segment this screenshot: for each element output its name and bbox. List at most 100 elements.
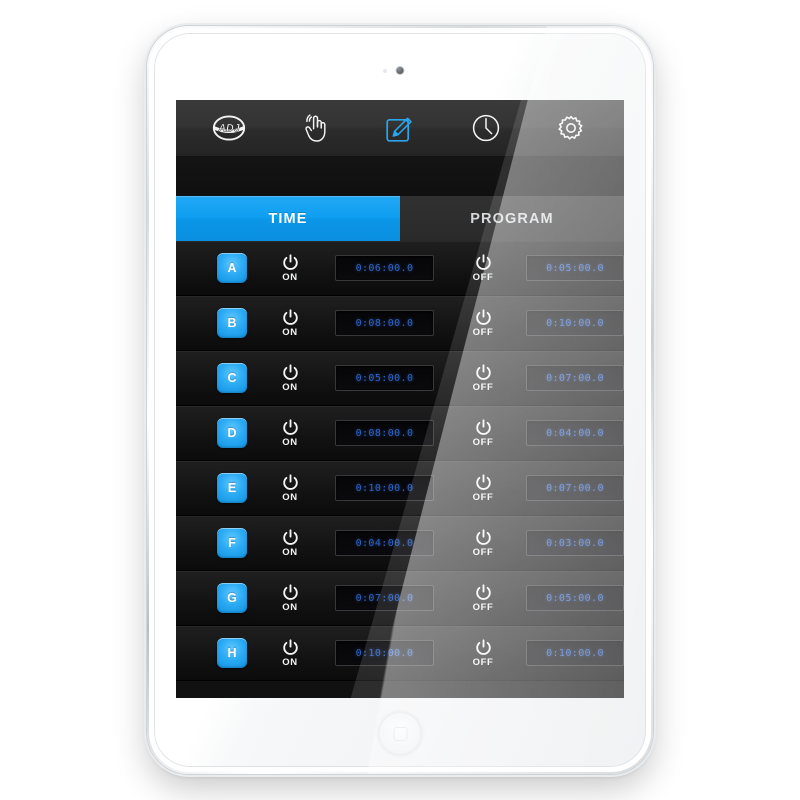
power-on-toggle-c[interactable]: ON	[269, 363, 311, 393]
power-off-label: OFF	[472, 546, 494, 558]
power-icon	[475, 473, 491, 490]
clock-icon[interactable]	[462, 106, 510, 150]
off-time-value: 0:10:00.0	[546, 317, 604, 329]
table-row: C ON 0:05:00.0 OFF 0:07:00.0	[176, 351, 624, 406]
screenshot-canvas: ADJ TIME PROGRAM A ON 0:06:00.0 OFF 0:05…	[0, 0, 800, 800]
power-on-label: ON	[282, 381, 298, 393]
off-time-field-g[interactable]: 0:05:00.0	[526, 585, 624, 611]
power-off-toggle-d[interactable]: OFF	[462, 418, 504, 448]
home-square-icon	[393, 726, 407, 741]
off-time-field-b[interactable]: 0:10:00.0	[526, 310, 624, 336]
off-time-field-c[interactable]: 0:07:00.0	[526, 365, 624, 391]
adj-logo-icon[interactable]: ADJ	[205, 106, 253, 150]
tablet-screen: ADJ TIME PROGRAM A ON 0:06:00.0 OFF 0:05…	[176, 100, 624, 698]
on-time-value: 0:05:00.0	[355, 372, 414, 384]
on-time-field-b[interactable]: 0:08:00.0	[335, 310, 434, 336]
off-time-value: 0:07:00.0	[546, 482, 604, 494]
off-time-field-h[interactable]: 0:10:00.0	[526, 640, 624, 666]
power-off-label: OFF	[472, 326, 494, 338]
on-time-field-d[interactable]: 0:08:00.0	[335, 420, 434, 446]
power-icon	[282, 638, 298, 655]
on-time-value: 0:10:00.0	[355, 482, 414, 494]
power-on-toggle-a[interactable]: ON	[269, 253, 311, 283]
table-row: A ON 0:06:00.0 OFF 0:05:00.0	[176, 241, 624, 296]
power-off-toggle-h[interactable]: OFF	[462, 638, 504, 668]
power-icon	[475, 638, 491, 655]
on-time-field-g[interactable]: 0:07:00.0	[335, 585, 434, 611]
on-time-value: 0:08:00.0	[355, 427, 414, 439]
power-on-label: ON	[282, 601, 298, 613]
power-on-label: ON	[282, 271, 298, 283]
channel-button-b[interactable]: B	[217, 308, 247, 338]
channel-button-c[interactable]: C	[217, 363, 247, 393]
power-off-label: OFF	[472, 491, 494, 503]
on-time-field-c[interactable]: 0:05:00.0	[335, 365, 434, 391]
channel-button-e[interactable]: E	[217, 473, 247, 503]
home-button[interactable]	[378, 712, 422, 755]
off-time-value: 0:07:00.0	[546, 372, 604, 384]
power-off-toggle-f[interactable]: OFF	[462, 528, 504, 558]
power-off-label: OFF	[472, 436, 494, 448]
channel-button-g[interactable]: G	[217, 583, 247, 613]
off-time-value: 0:05:00.0	[546, 262, 604, 274]
power-icon	[282, 363, 298, 380]
power-on-toggle-h[interactable]: ON	[269, 638, 311, 668]
power-off-label: OFF	[472, 601, 494, 613]
channel-button-a[interactable]: A	[217, 253, 247, 283]
off-time-field-d[interactable]: 0:04:00.0	[526, 420, 624, 446]
channel-button-f[interactable]: F	[217, 528, 247, 558]
off-time-value: 0:05:00.0	[546, 592, 604, 604]
power-off-toggle-e[interactable]: OFF	[462, 473, 504, 503]
channel-timer-list: A ON 0:06:00.0 OFF 0:05:00.0 B ON 0:08:0…	[176, 241, 624, 681]
power-on-label: ON	[282, 326, 298, 338]
power-off-toggle-c[interactable]: OFF	[462, 363, 504, 393]
power-on-label: ON	[282, 656, 298, 668]
table-row: B ON 0:08:00.0 OFF 0:10:00.0	[176, 296, 624, 351]
hand-touch-icon[interactable]	[290, 106, 338, 150]
gear-icon[interactable]	[547, 106, 595, 150]
power-off-toggle-g[interactable]: OFF	[462, 583, 504, 613]
table-row: F ON 0:04:00.0 OFF 0:03:00.0	[176, 516, 624, 571]
svg-text:ADJ: ADJ	[217, 122, 240, 134]
table-row: G ON 0:07:00.0 OFF 0:05:00.0	[176, 571, 624, 626]
power-on-toggle-b[interactable]: ON	[269, 308, 311, 338]
on-time-field-a[interactable]: 0:06:00.0	[335, 255, 434, 281]
table-row: H ON 0:10:00.0 OFF 0:10:00.0	[176, 626, 624, 681]
channel-button-h[interactable]: H	[217, 638, 247, 668]
on-time-field-f[interactable]: 0:04:00.0	[335, 530, 434, 556]
power-icon	[282, 308, 298, 325]
front-camera-icon	[396, 67, 404, 74]
power-on-toggle-e[interactable]: ON	[269, 473, 311, 503]
power-on-toggle-d[interactable]: ON	[269, 418, 311, 448]
power-on-label: ON	[282, 546, 298, 558]
on-time-field-h[interactable]: 0:10:00.0	[335, 640, 434, 666]
on-time-value: 0:04:00.0	[355, 537, 414, 549]
tablet-device: ADJ TIME PROGRAM A ON 0:06:00.0 OFF 0:05…	[147, 26, 653, 774]
toolbar-shelf	[176, 157, 624, 196]
off-time-value: 0:03:00.0	[546, 537, 604, 549]
power-on-toggle-g[interactable]: ON	[269, 583, 311, 613]
on-time-field-e[interactable]: 0:10:00.0	[335, 475, 434, 501]
pencil-edit-icon[interactable]	[376, 106, 424, 150]
power-on-label: ON	[282, 436, 298, 448]
power-icon	[475, 308, 491, 325]
off-time-value: 0:10:00.0	[546, 647, 604, 659]
ambient-sensor-icon	[383, 69, 387, 73]
power-icon	[282, 528, 298, 545]
power-icon	[475, 253, 491, 270]
tab-time[interactable]: TIME	[176, 196, 400, 241]
off-time-field-a[interactable]: 0:05:00.0	[526, 255, 624, 281]
power-on-label: ON	[282, 491, 298, 503]
tab-program[interactable]: PROGRAM	[400, 196, 624, 241]
off-time-field-e[interactable]: 0:07:00.0	[526, 475, 624, 501]
power-icon	[282, 253, 298, 270]
on-time-value: 0:10:00.0	[355, 647, 414, 659]
off-time-field-f[interactable]: 0:03:00.0	[526, 530, 624, 556]
power-off-toggle-b[interactable]: OFF	[462, 308, 504, 338]
mode-tabs: TIME PROGRAM	[176, 196, 624, 241]
power-off-toggle-a[interactable]: OFF	[462, 253, 504, 283]
power-on-toggle-f[interactable]: ON	[269, 528, 311, 558]
channel-button-d[interactable]: D	[217, 418, 247, 448]
power-icon	[282, 473, 298, 490]
app-toolbar: ADJ	[176, 100, 624, 157]
